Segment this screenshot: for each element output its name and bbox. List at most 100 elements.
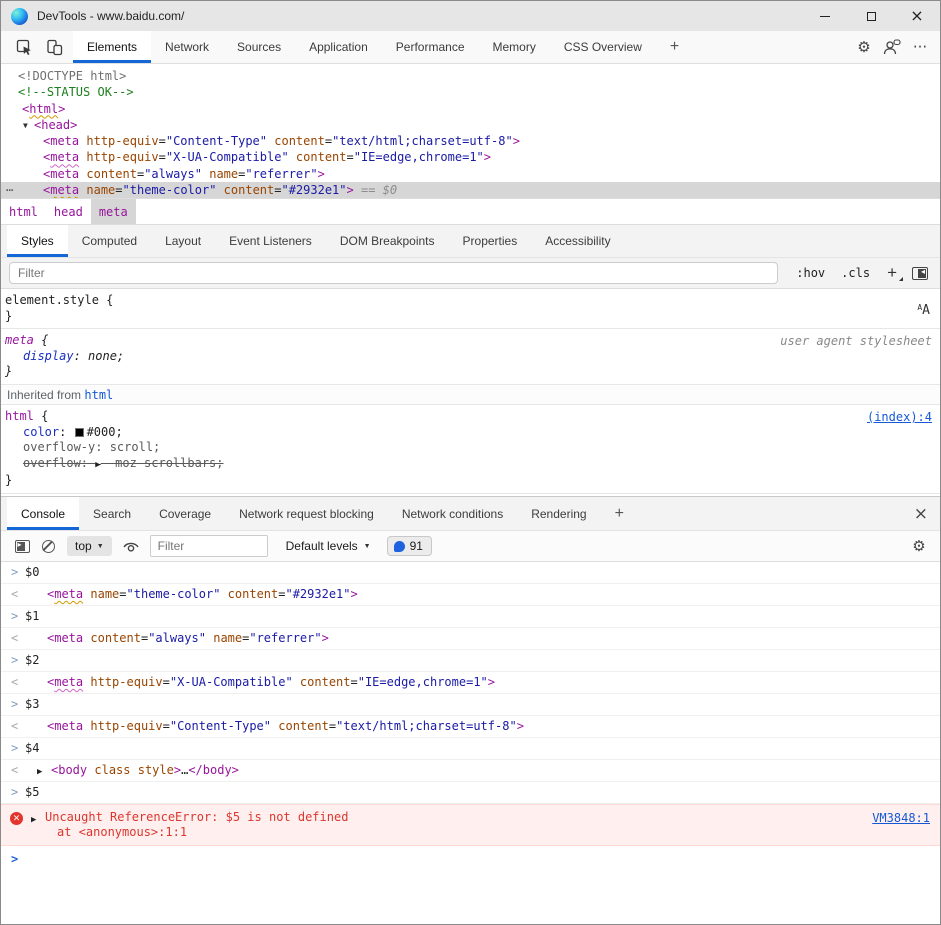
inherited-element-link[interactable]: html [84,388,113,402]
style-rule[interactable]: html {color: #000;overflow-y: scroll;ove… [1,405,940,494]
console-output-row[interactable]: <▶<body class style>…</body> [1,760,940,782]
panel-tab-elements[interactable]: Elements [73,31,151,63]
console-input-row[interactable]: >$0 [1,562,940,584]
close-button[interactable]: × [894,1,940,31]
style-rule[interactable]: element.style {} AA [1,289,940,329]
console-settings-gear-icon[interactable]: ⚙ [906,534,932,558]
syntax-token: "always" [144,167,202,181]
feedback-icon[interactable] [878,34,906,60]
dom-tree-node[interactable]: <html> [1,101,940,117]
dom-tree-node[interactable]: <meta http-equiv="Content-Type" content=… [1,133,940,149]
panel-tab-css-overview[interactable]: CSS Overview [550,31,656,63]
panel-tab-performance[interactable]: Performance [382,31,479,63]
drawer-tab-search[interactable]: Search [79,497,145,530]
styles-tab-properties[interactable]: Properties [449,225,532,257]
style-rule-line[interactable]: } [5,473,934,489]
styles-tab-accessibility[interactable]: Accessibility [531,225,624,257]
console-error-row[interactable]: ✕▶Uncaught ReferenceError: $5 is not def… [1,804,940,846]
drawer-tab-coverage[interactable]: Coverage [145,497,225,530]
syntax-token: > [513,134,520,148]
sidebar-position-icon[interactable] [912,267,928,280]
more-tabs-button[interactable]: + [656,31,693,63]
style-rule[interactable]: meta {display: none;}user agent styleshe… [1,329,940,385]
console-output-row[interactable]: <<meta http-equiv="Content-Type" content… [1,716,940,738]
style-rule-line[interactable]: html { [5,409,934,425]
expand-error-icon[interactable]: ▶ [31,813,36,828]
drawer-tab-console[interactable]: Console [7,497,79,530]
main-tab-bar: ElementsNetworkSourcesApplicationPerform… [73,31,656,63]
dom-tree-node[interactable]: ▼<head> [1,117,940,133]
dom-tree-node[interactable]: ⋯<meta name="theme-color" content="#2932… [1,182,940,198]
close-drawer-icon[interactable]: × [902,497,940,530]
font-editor-icon[interactable]: AA [917,303,930,318]
javascript-context-dropdown[interactable]: top ▼ [67,536,112,556]
style-rule-line[interactable]: color: #000; [5,425,934,441]
style-rule-line[interactable]: display: none; [5,349,934,365]
panel-tab-network[interactable]: Network [151,31,223,63]
styles-tab-event-listeners[interactable]: Event Listeners [215,225,326,257]
panel-tab-sources[interactable]: Sources [223,31,295,63]
live-expression-eye-icon[interactable] [118,534,144,558]
drawer-tab-rendering[interactable]: Rendering [517,497,600,530]
new-style-rule-button[interactable]: + [878,263,906,283]
console-input-row[interactable]: >$1 [1,606,940,628]
device-toolbar-icon[interactable] [39,34,69,60]
syntax-token: == [354,183,383,197]
console-output-row[interactable]: <<meta name="theme-color" content="#2932… [1,584,940,606]
styles-tab-dom-breakpoints[interactable]: DOM Breakpoints [326,225,449,257]
console-input-row[interactable]: >$2 [1,650,940,672]
console-filter-input[interactable] [150,535,268,557]
style-rule-line[interactable]: overflow-y: scroll; [5,440,934,456]
syntax-token: content [274,134,325,148]
styles-filter-input[interactable] [9,262,778,284]
breadcrumb-item-html[interactable]: html [1,199,46,224]
dom-tree-node[interactable]: <!DOCTYPE html> [1,68,940,84]
drawer-tab-network-conditions[interactable]: Network conditions [388,497,517,530]
issues-badge[interactable]: 91 [387,536,432,556]
console-output-row[interactable]: <<meta http-equiv="X-UA-Compatible" cont… [1,672,940,694]
syntax-token: none; [88,349,124,363]
more-drawer-tabs-button[interactable]: + [601,497,638,530]
error-source-link[interactable]: VM3848:1 [872,811,930,826]
console-output-row[interactable]: <<meta content="always" name="referrer"> [1,628,940,650]
breadcrumb-item-meta[interactable]: meta [91,199,136,224]
style-rule-line[interactable]: } [5,364,934,380]
devtools-window: DevTools - www.baidu.com/ × ElementsNetw… [0,0,941,925]
syntax-token: > [347,183,354,197]
minimize-button[interactable] [802,1,848,31]
settings-gear-icon[interactable]: ⚙ [850,34,878,60]
console-input-row[interactable]: >$5 [1,782,940,804]
syntax-token [216,183,223,197]
disclosure-triangle-icon[interactable]: ▼ [23,118,28,134]
console-input-row[interactable]: >$4 [1,738,940,760]
style-rule-line[interactable]: overflow: ▶ -moz-scrollbars; [5,456,934,474]
drawer-tab-network-request-blocking[interactable]: Network request blocking [225,497,388,530]
styles-tab-styles[interactable]: Styles [7,225,68,257]
expand-object-icon[interactable]: ▶ [37,765,42,780]
console-prompt[interactable]: > [1,846,940,855]
stylesheet-source-link[interactable]: (index):4 [867,410,932,424]
dom-tree-node[interactable]: <meta http-equiv="X-UA-Compatible" conte… [1,149,940,165]
node-overflow-menu[interactable]: ⋯ [6,182,14,198]
breadcrumb-item-head[interactable]: head [46,199,91,224]
console-sidebar-icon[interactable] [9,534,35,558]
panel-tab-memory[interactable]: Memory [479,31,550,63]
styles-tab-layout[interactable]: Layout [151,225,215,257]
clear-console-icon[interactable] [35,534,61,558]
panel-tab-application[interactable]: Application [295,31,382,63]
syntax-token: } [5,309,12,323]
color-swatch[interactable] [75,428,84,437]
console-input-row[interactable]: >$3 [1,694,940,716]
style-rule-line[interactable]: } [5,309,934,325]
style-rule-line[interactable]: element.style { [5,293,934,309]
dom-tree-node[interactable]: <meta content="always" name="referrer"> [1,166,940,182]
toggle-element-state-button[interactable]: :hov [788,266,833,280]
styles-tab-computed[interactable]: Computed [68,225,151,257]
more-options-icon[interactable]: ··· [906,34,934,60]
log-levels-dropdown[interactable]: Default levels ▼ [278,539,379,553]
syntax-token [220,587,227,601]
inspect-element-icon[interactable] [9,34,39,60]
element-classes-button[interactable]: .cls [833,266,878,280]
maximize-button[interactable] [848,1,894,31]
dom-tree-node[interactable]: <!--STATUS OK--> [1,84,940,100]
